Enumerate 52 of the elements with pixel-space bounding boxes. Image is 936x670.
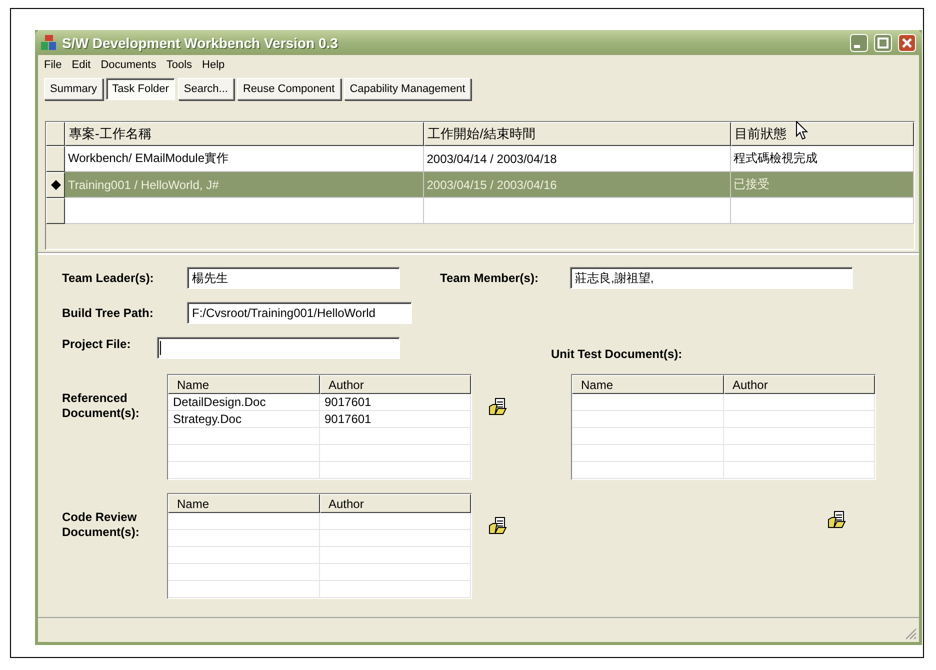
table-cell: 9017601	[320, 411, 471, 428]
maximize-button[interactable]	[874, 34, 892, 52]
section-label: Code Review Document(s):	[62, 510, 140, 540]
open-folder-icon[interactable]	[489, 398, 507, 415]
table-cell: 2003/04/14 / 2003/04/18	[424, 146, 731, 172]
column-header[interactable]: Author	[724, 375, 875, 394]
toolbar-tab[interactable]: Summary	[44, 78, 104, 100]
column-header[interactable]: Author	[320, 494, 471, 513]
column-header[interactable]: 工作開始/結束時間	[424, 122, 731, 146]
table-cell: 已接受	[730, 172, 914, 198]
table-cell: 9017601	[320, 394, 471, 411]
minimize-button[interactable]	[850, 34, 868, 52]
table-cell: Strategy.Doc	[168, 411, 320, 428]
toolbar-tab[interactable]: Search...	[178, 78, 234, 100]
column-header[interactable]: Author	[320, 375, 471, 394]
section-label: Unit Test Document(s):	[551, 347, 682, 361]
text-field[interactable]: F:/Cvsroot/Training001/HelloWorld	[187, 302, 412, 324]
window-title: S/W Development Workbench Version 0.3	[62, 34, 338, 50]
table-row[interactable]: Workbench/ EMailModule實作 2003/04/14 / 2003/04/18 程式碼檢視完成	[46, 146, 914, 172]
menu-item[interactable]: Edit	[72, 59, 91, 71]
text-field[interactable]	[157, 337, 400, 359]
section-label: Referenced Document(s):	[62, 391, 140, 421]
close-button[interactable]	[898, 34, 916, 52]
app-icon	[41, 34, 57, 50]
table-cell: 程式碼檢視完成	[730, 146, 914, 172]
mouse-pointer-icon	[796, 121, 808, 140]
open-folder-icon[interactable]	[489, 517, 507, 534]
field-label: Project File:	[62, 337, 132, 351]
toolbar-tab[interactable]: Task Folder	[106, 78, 175, 100]
field-label: Team Leader(s):	[62, 271, 155, 285]
open-folder-icon[interactable]	[828, 511, 846, 528]
toolbar-tab[interactable]: Capability Management	[344, 78, 472, 100]
text-field[interactable]: 楊先生	[187, 267, 400, 289]
menu-item[interactable]: Tools	[166, 59, 192, 71]
column-header[interactable]: 目前狀態	[730, 122, 914, 146]
table-cell: Workbench/ EMailModule實作	[65, 146, 424, 172]
current-row-icon	[50, 180, 60, 190]
menu-item[interactable]: Documents	[100, 59, 156, 71]
column-header[interactable]: Name	[572, 375, 724, 394]
table-cell: 2003/04/15 / 2003/04/16	[424, 172, 731, 198]
resize-grip-icon[interactable]	[905, 628, 917, 640]
menu-item[interactable]: File	[44, 59, 62, 71]
column-header[interactable]: 專案-工作名稱	[65, 122, 424, 146]
table-cell: Training001 / HelloWorld, J#	[65, 172, 424, 198]
column-header[interactable]: Name	[168, 494, 320, 513]
text-field[interactable]: 莊志良,謝祖望,	[570, 267, 853, 289]
field-label: Team Member(s):	[440, 271, 540, 285]
toolbar-tab[interactable]: Reuse Component	[236, 78, 341, 100]
menu-item[interactable]: Help	[202, 59, 225, 71]
column-header[interactable]: Name	[168, 375, 320, 394]
table-cell: DetailDesign.Doc	[168, 394, 320, 411]
field-label: Build Tree Path:	[62, 306, 154, 320]
